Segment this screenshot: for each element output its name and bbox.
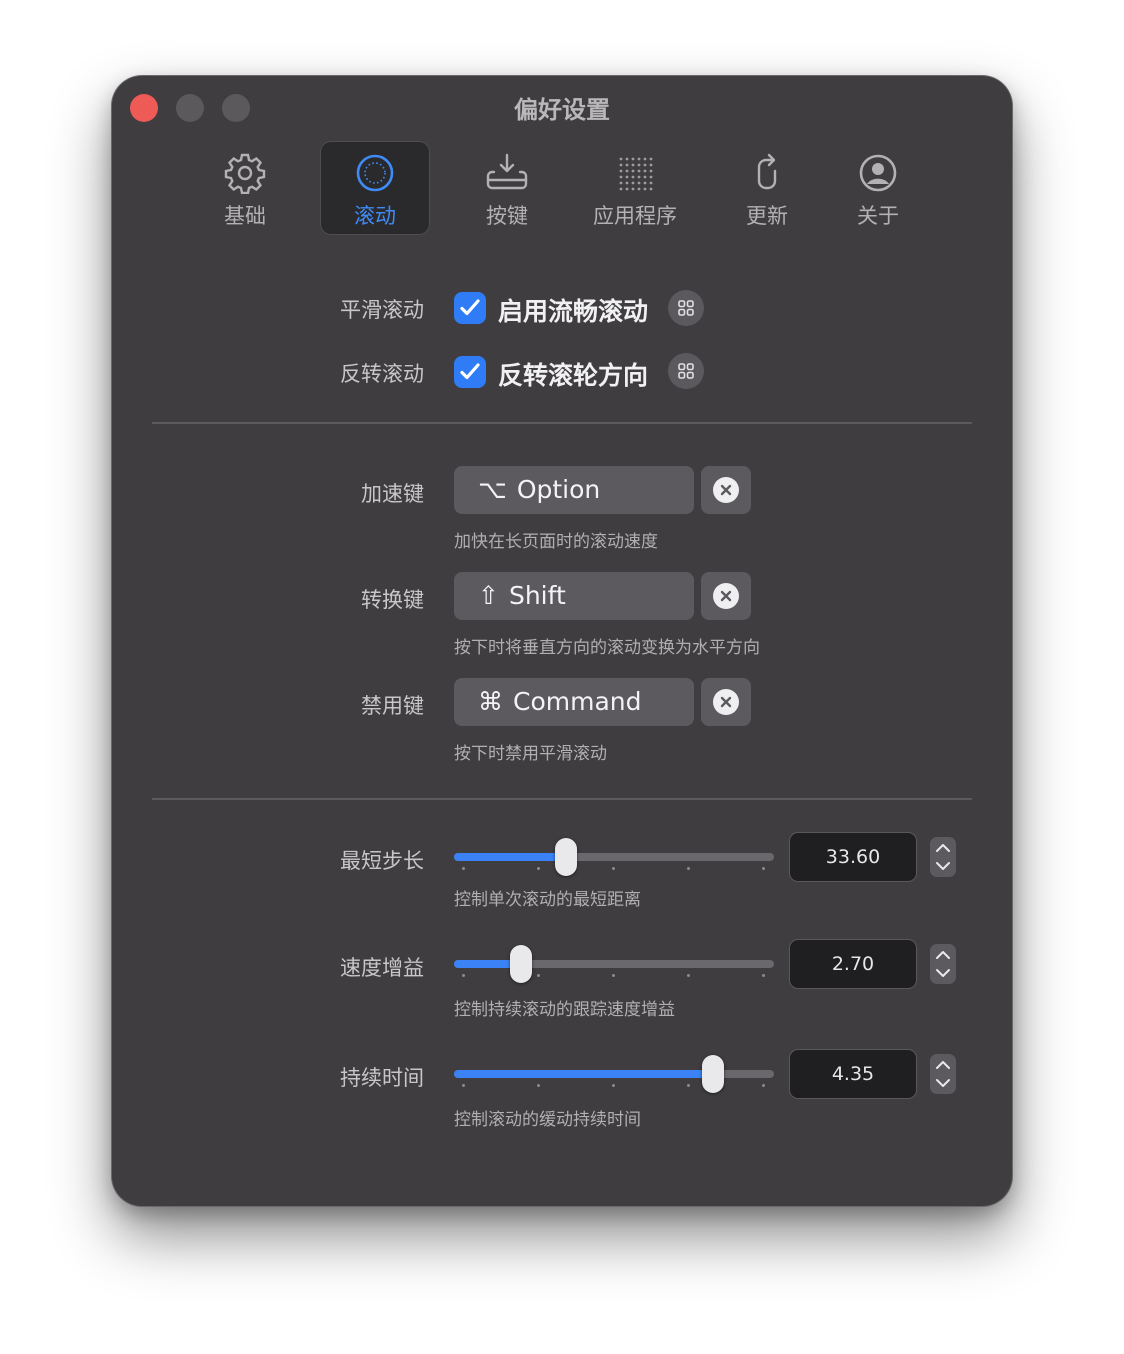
reverse-scroll-label: 反转滚动 — [340, 362, 424, 386]
slider-tick — [537, 974, 540, 977]
duration-slider-label: 持续时间 — [340, 1066, 424, 1090]
checkmark-icon — [460, 299, 480, 316]
stepper-arrows-icon — [936, 951, 950, 977]
command-key-icon: ⌘ — [478, 687, 503, 716]
tab-apps[interactable]: 应用程序 — [580, 142, 690, 234]
reverse-scroll-text[interactable]: 反转滚轮方向 — [498, 356, 648, 392]
speed-stepper[interactable] — [930, 944, 956, 984]
disable-key-clear-button[interactable] — [701, 678, 751, 726]
smooth-scroll-text[interactable]: 启用流畅滚动 — [498, 292, 648, 328]
section-divider — [152, 422, 972, 424]
smooth-scroll-label: 平滑滚动 — [340, 298, 424, 322]
slider-tick — [762, 1084, 765, 1087]
accelerate-key-value: Option — [516, 475, 601, 504]
reverse-scroll-per-app-button[interactable] — [668, 353, 704, 389]
scroll-wheel-icon — [356, 154, 394, 192]
dot-grid-icon — [619, 157, 653, 191]
convert-key-hint: 按下时将垂直方向的滚动变换为水平方向 — [454, 638, 760, 658]
tab-update[interactable]: 更新 — [722, 142, 812, 234]
disable-key-hint: 按下时禁用平滑滚动 — [454, 744, 607, 764]
app-grid-icon — [678, 363, 694, 379]
checkmark-icon — [460, 363, 480, 380]
slider-tick — [612, 1084, 615, 1087]
tab-keys[interactable]: 按键 — [452, 142, 562, 234]
slider-tick — [462, 1084, 465, 1087]
convert-key-label: 转换键 — [361, 588, 424, 612]
step-slider[interactable] — [454, 838, 774, 876]
slider-tick — [537, 867, 540, 870]
duration-value-field[interactable]: 4.35 — [790, 1050, 916, 1098]
tab-scroll[interactable]: 滚动 — [321, 142, 429, 234]
accelerate-key-hint: 加快在长页面时的滚动速度 — [454, 532, 658, 552]
slider-tick — [612, 867, 615, 870]
disable-key-field[interactable]: ⌘ Command — [454, 678, 694, 726]
duration-slider-hint: 控制滚动的缓动持续时间 — [454, 1110, 641, 1130]
slider-tick — [687, 1084, 690, 1087]
convert-key-field[interactable]: ⇧ Shift — [454, 572, 694, 620]
accelerate-key-label: 加速键 — [361, 482, 424, 506]
clear-x-icon — [720, 696, 732, 708]
option-key-icon: ⌥ — [478, 475, 507, 504]
tab-label: 关于 — [857, 204, 899, 228]
clear-x-icon — [720, 590, 732, 602]
smooth-scroll-per-app-button[interactable] — [668, 290, 704, 326]
slider-thumb[interactable] — [555, 838, 577, 876]
person-circle-icon — [859, 154, 897, 192]
slider-tick — [612, 974, 615, 977]
stepper-arrows-icon — [936, 1061, 950, 1087]
tab-label: 滚动 — [354, 204, 396, 228]
clear-x-icon — [720, 484, 732, 496]
app-grid-icon — [678, 300, 694, 316]
duration-stepper[interactable] — [930, 1054, 956, 1094]
preferences-window: 偏好设置 基础 滚动 按键 应用程序 更新 关于 平滑滚动 启用流畅滚动 反转滚… — [112, 76, 1012, 1206]
slider-fill — [454, 853, 566, 861]
reverse-scroll-checkbox[interactable] — [454, 356, 486, 388]
slider-thumb[interactable] — [702, 1055, 724, 1093]
duration-slider[interactable] — [454, 1055, 774, 1093]
slider-tick — [762, 974, 765, 977]
shift-key-icon: ⇧ — [478, 581, 499, 610]
convert-key-clear-button[interactable] — [701, 572, 751, 620]
disable-key-value: Command — [513, 687, 642, 716]
window-title: 偏好设置 — [514, 96, 610, 124]
speed-slider-label: 速度增益 — [340, 956, 424, 980]
slider-tick — [462, 974, 465, 977]
disable-key-label: 禁用键 — [361, 694, 424, 718]
tab-about[interactable]: 关于 — [832, 142, 924, 234]
gear-icon — [224, 153, 266, 194]
accelerate-key-field[interactable]: ⌥ Option — [454, 466, 694, 514]
section-divider — [152, 798, 972, 800]
tab-basic[interactable]: 基础 — [190, 142, 300, 234]
smooth-scroll-checkbox[interactable] — [454, 292, 486, 324]
accelerate-key-clear-button[interactable] — [701, 466, 751, 514]
slider-tick — [462, 867, 465, 870]
speed-slider-hint: 控制持续滚动的跟踪速度增益 — [454, 1000, 675, 1020]
step-value-field[interactable]: 33.60 — [790, 833, 916, 881]
slider-tick — [762, 867, 765, 870]
slider-tick — [687, 867, 690, 870]
tray-download-icon — [486, 153, 528, 190]
stepper-arrows-icon — [936, 844, 950, 870]
tab-label: 更新 — [746, 204, 788, 228]
speed-value-field[interactable]: 2.70 — [790, 940, 916, 988]
convert-key-value: Shift — [508, 581, 566, 610]
tab-label: 按键 — [486, 204, 528, 228]
step-stepper[interactable] — [930, 837, 956, 877]
slider-tick — [537, 1084, 540, 1087]
step-slider-label: 最短步长 — [340, 849, 424, 873]
step-slider-hint: 控制单次滚动的最短距离 — [454, 890, 641, 910]
refresh-icon — [757, 153, 777, 190]
slider-fill — [454, 1070, 713, 1078]
slider-thumb[interactable] — [510, 945, 532, 983]
speed-slider[interactable] — [454, 945, 774, 983]
slider-tick — [687, 974, 690, 977]
tab-label: 应用程序 — [593, 204, 677, 228]
tab-label: 基础 — [224, 204, 266, 228]
